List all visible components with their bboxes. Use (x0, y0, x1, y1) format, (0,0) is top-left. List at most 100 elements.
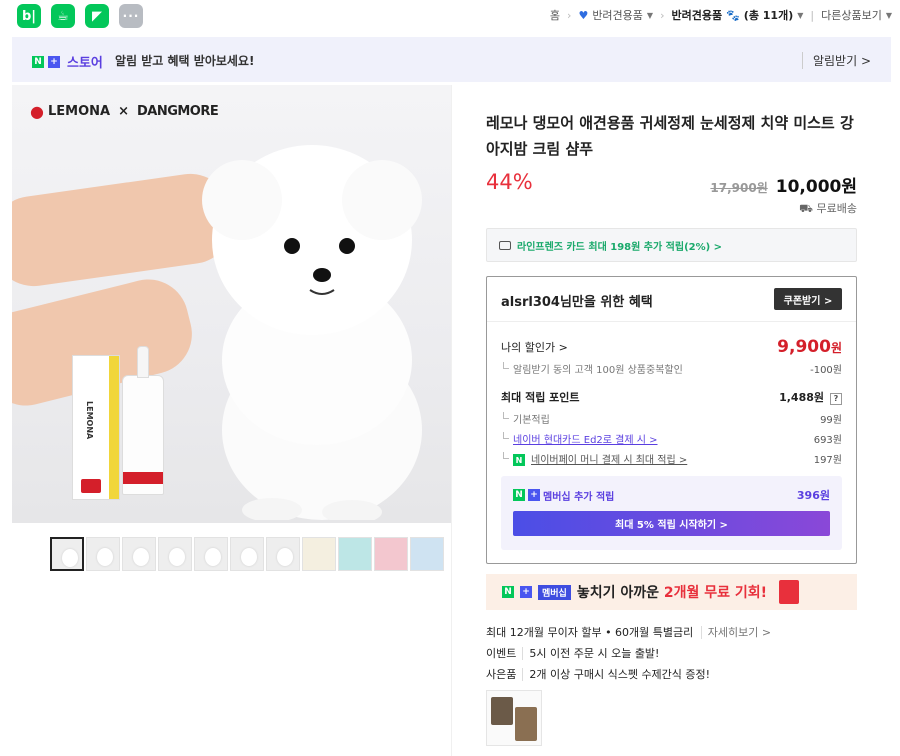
membership-row: N + 멤버십 추가 적립 396원 (513, 487, 830, 503)
thumbnail-strip (50, 537, 444, 571)
product-main-image[interactable]: ● LEMONA × DANGMORE LEMONA (12, 85, 451, 523)
naver-n-icon: N (502, 586, 514, 598)
start-membership-button[interactable]: 최대 5% 적립 시작하기 > (513, 511, 830, 536)
brand-lemona: LEMONA (47, 104, 111, 119)
sale-price: 10,000원 (775, 177, 857, 197)
ear-cleaner-box: LEMONA (72, 355, 120, 500)
top-bar: b| ☕ ◤ ··· 홈 › ♥ 반려견용품 ▼ › 반려견용품 🐾 (총 11… (0, 0, 900, 32)
store-notice-bar: N + 스토어 알림 받고 혜택 받아보세요! 알림받기 > (12, 37, 891, 82)
promo-text: 놓치기 아까운 2개월 무료 기회! (576, 585, 768, 601)
thumbnail[interactable] (230, 537, 264, 571)
thumbnail[interactable] (338, 537, 372, 571)
shipping-info: ⛟ 무료배송 (799, 200, 857, 217)
more-apps-icon[interactable]: ··· (119, 4, 143, 28)
user-benefit-box: alsrl304님만을 위한 혜택 쿠폰받기 > 나의 할인가 > 9,900원… (486, 276, 857, 564)
gift-tag: 사은품 (486, 668, 524, 681)
thumbnail[interactable] (50, 537, 84, 571)
thumbnail[interactable] (410, 537, 444, 571)
shipping-label: 무료배송 (816, 202, 857, 215)
points-total: 1,488원? (779, 389, 842, 405)
store-label: 스토어 (67, 56, 103, 71)
discount-rate: 44% (486, 170, 533, 194)
event-info: 이벤트 5시 이전 주문 시 오늘 출발! (486, 645, 659, 661)
plus-icon: + (528, 489, 540, 501)
credit-card-icon (499, 240, 511, 250)
product-title: 레모나 댕모어 애견용품 귀세정제 눈세정제 치약 미스트 강아지밤 크림 샴푸 (486, 114, 854, 158)
get-coupon-button[interactable]: 쿠폰받기 > (774, 288, 842, 310)
blog-app-icon[interactable]: b| (17, 4, 41, 28)
breadcrumb-home[interactable]: 홈 (550, 7, 560, 23)
subscribe-alert-button[interactable]: 알림받기 > (801, 52, 871, 69)
npay-points-link[interactable]: N 네이버페이 머니 결제 시 최대 적립 > (501, 451, 687, 466)
chevron-down-icon[interactable]: ▼ (647, 11, 653, 20)
notice-message: 알림 받고 혜택 받아보세요! (115, 54, 255, 68)
chevron-down-icon[interactable]: ▼ (886, 11, 892, 20)
card-points-link[interactable]: 네이버 현대카드 Ed2로 결제 시 > (501, 431, 658, 446)
npay-icon: N (513, 454, 525, 466)
card-points-row: 네이버 현대카드 Ed2로 결제 시 > 693원 (501, 431, 842, 446)
gift-info: 사은품 2개 이상 구매시 식스펫 수제간식 증정! (486, 666, 710, 682)
paw-icon: 🐾 (726, 8, 740, 22)
thumbnail[interactable] (266, 537, 300, 571)
card-points-value: 693원 (813, 435, 842, 446)
discount-note: 알림받기 동의 고객 100원 상품중복할인 (501, 361, 683, 376)
column-divider (451, 85, 452, 756)
heart-icon: ♥ (578, 8, 589, 22)
thumbnail[interactable] (302, 537, 336, 571)
other-products-link[interactable]: 다른상품보기 (821, 7, 882, 23)
naver-n-icon: N (32, 55, 44, 68)
membership-box: N + 멤버십 추가 적립 396원 최대 5% 적립 시작하기 > (501, 476, 842, 550)
points-row: 최대 적립 포인트 1,488원? (501, 389, 842, 405)
my-price-label[interactable]: 나의 할인가 > (501, 339, 568, 355)
gift-box-icon (779, 580, 800, 604)
chevron-down-icon[interactable]: ▼ (797, 11, 803, 20)
npay-points-row: N 네이버페이 머니 결제 시 최대 적립 > 197원 (501, 451, 842, 466)
bookmark-app-icon[interactable]: ◤ (85, 4, 109, 28)
store-badge: N + 스토어 (32, 52, 103, 71)
discount-note-value: -100원 (810, 365, 842, 376)
divider: | (810, 8, 815, 22)
chevron-right-icon: › (660, 8, 665, 22)
membership-tag: 멤버십 (538, 584, 571, 600)
gift-text: 2개 이상 구매시 식스펫 수제간식 증정! (529, 668, 711, 681)
basic-points-label: 기본적립 (501, 411, 550, 426)
installment-info: 최대 12개월 무이자 할부 • 60개월 특별금리 자세히보기 > (486, 624, 772, 640)
price-block: 17,900원 10,000원 (710, 172, 857, 197)
membership-points: 396원 (796, 489, 830, 502)
thumbnail[interactable] (194, 537, 228, 571)
event-text: 5시 이전 주문 시 오늘 출발! (529, 647, 660, 660)
my-price-row: 나의 할인가 > 9,900원 (501, 337, 842, 357)
divider (487, 321, 856, 322)
benefit-title: alsrl304님만을 위한 혜택 (501, 295, 653, 310)
thumbnail[interactable] (158, 537, 192, 571)
product-count: (총 11개) (743, 9, 794, 22)
my-price: 9,900원 (777, 337, 842, 357)
card-benefit-bar[interactable]: 라인프렌즈 카드 최대 198원 추가 적립(2%) > (486, 228, 857, 262)
brand-dangmore: DANGMORE (136, 104, 219, 119)
thumbnail[interactable] (86, 537, 120, 571)
ear-cleaner-bottle (122, 346, 164, 495)
membership-label: N + 멤버십 추가 적립 (513, 487, 614, 503)
card-benefit-text: 라인프렌즈 카드 최대 198원 추가 적립(2%) > (517, 241, 723, 253)
brand-logo: ● LEMONA × DANGMORE (30, 102, 219, 121)
brand-x: × (118, 104, 129, 119)
breadcrumb-category[interactable]: 반려견용품 (592, 7, 643, 23)
installment-text: 최대 12개월 무이자 할부 • 60개월 특별금리 (486, 626, 694, 639)
membership-promo-banner[interactable]: N + 멤버십 놓치기 아까운 2개월 무료 기회! (486, 574, 857, 610)
lemona-logo-icon: ● (30, 102, 44, 121)
event-tag: 이벤트 (486, 647, 524, 660)
discount-note-row: 알림받기 동의 고객 100원 상품중복할인 -100원 (501, 361, 842, 376)
installment-more-link[interactable]: 자세히보기 > (700, 626, 772, 639)
plus-icon: + (48, 55, 60, 68)
original-price: 17,900원 (710, 181, 768, 195)
help-icon[interactable]: ? (830, 392, 842, 405)
chevron-right-icon: › (567, 8, 572, 22)
breadcrumb-subcategory[interactable]: 반려견용품 (671, 7, 722, 23)
plus-icon: + (520, 586, 532, 598)
thumbnail[interactable] (374, 537, 408, 571)
thumbnail[interactable] (122, 537, 156, 571)
gift-product-image[interactable] (486, 690, 542, 746)
cafe-app-icon[interactable]: ☕ (51, 4, 75, 28)
naver-n-icon: N (513, 489, 525, 501)
npay-points-value: 197원 (813, 455, 842, 466)
